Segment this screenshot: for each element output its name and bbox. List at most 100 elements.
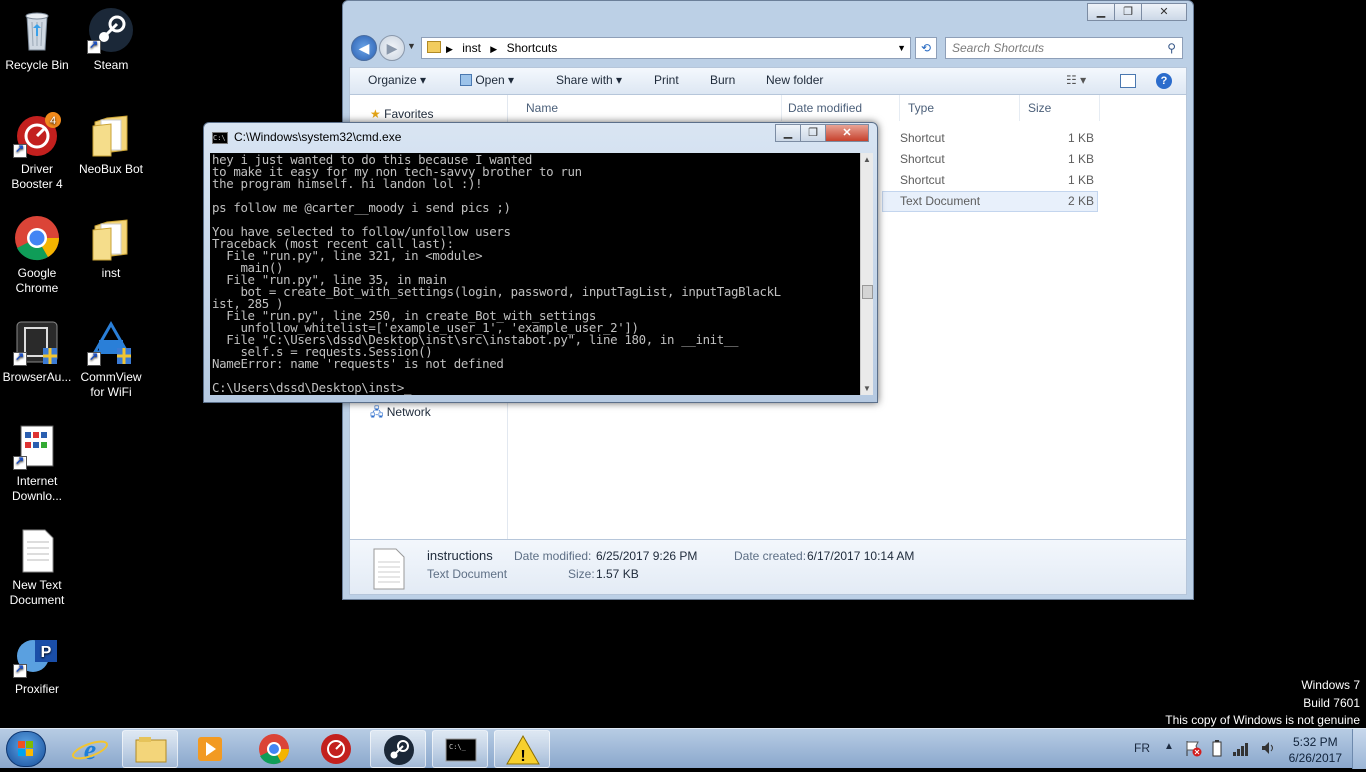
file-row-selected[interactable]: Text Document 2 KB (882, 191, 1098, 212)
cmd-icon: C:\_ (445, 738, 477, 762)
taskbar-media-player[interactable] (182, 730, 238, 768)
console-line: C:\Users\dssd\Desktop\inst>_ (212, 380, 412, 395)
burn-button[interactable]: Burn (710, 73, 735, 87)
svg-text:e: e (84, 735, 96, 766)
commview-icon (87, 318, 135, 366)
file-row[interactable]: Shortcut 1 KB (882, 128, 1098, 149)
share-with-button[interactable]: Share with ▾ (556, 73, 622, 87)
desktop-icon-label: NeoBux Bot (78, 162, 144, 176)
recycle-bin-icon (13, 6, 61, 54)
back-button[interactable]: ◀ (351, 35, 377, 61)
file-row[interactable]: Shortcut 1 KB (882, 170, 1098, 191)
desktop: Recycle Bin Steam 4 Driver Booster 4 Neo… (0, 0, 1366, 728)
maximize-button[interactable]: ❐ (800, 124, 826, 142)
text-document-icon (372, 548, 406, 590)
file-row[interactable]: Shortcut 1 KB (882, 149, 1098, 170)
close-button[interactable]: ✕ (825, 124, 869, 142)
desktop-icon-commview[interactable]: CommView for WiFi (74, 318, 148, 400)
folder-icon (87, 110, 135, 158)
desktop-icon-new-text-document[interactable]: New Text Document (0, 526, 74, 608)
help-icon[interactable]: ? (1156, 73, 1172, 89)
minimize-button[interactable]: ▁ (775, 124, 801, 142)
cmd-window: C:\ C:\Windows\system32\cmd.exe ▁ ❐ ✕ he… (203, 122, 878, 403)
scrollbar-thumb[interactable] (862, 285, 873, 299)
console-line: the program himself. hi landon lol :)! (212, 176, 483, 191)
action-center-flag-icon[interactable] (1184, 739, 1202, 760)
address-bar[interactable]: ▶ inst ▶ Shortcuts ▼ (421, 37, 911, 59)
desktop-icon-google-chrome[interactable]: Google Chrome (0, 214, 74, 296)
explorer-titlebar[interactable] (343, 1, 1193, 25)
show-desktop-button[interactable] (1352, 729, 1366, 769)
column-size[interactable]: Size (1020, 95, 1100, 121)
chrome-icon (259, 734, 289, 765)
svg-text:4: 4 (50, 115, 56, 127)
column-name[interactable]: Name (508, 95, 782, 121)
desktop-icon-proxifier[interactable]: P Proxifier (0, 630, 74, 697)
taskbar-explorer[interactable] (122, 730, 178, 768)
desktop-icon-internet-download[interactable]: Internet Downlo... (0, 422, 74, 504)
search-icon[interactable]: ⚲ (1167, 38, 1176, 58)
taskbar-chrome[interactable] (246, 730, 302, 768)
desktop-icon-browser-au[interactable]: BrowserAu... (0, 318, 74, 385)
address-dropdown-icon[interactable]: ▼ (897, 38, 906, 58)
scroll-up-icon[interactable]: ▲ (863, 155, 871, 164)
breadcrumb-separator-icon[interactable]: ▶ (490, 44, 497, 54)
taskbar-cmd[interactable]: C:\_ (432, 730, 488, 768)
chrome-icon (13, 214, 61, 262)
shortcut-arrow-icon (13, 350, 27, 366)
browser-automation-icon (13, 318, 61, 366)
shortcut-arrow-icon (13, 662, 27, 678)
address-row: ◀ ▶ ▼ ▶ inst ▶ Shortcuts ▼ ⟲ Search Shor… (349, 33, 1187, 61)
desktop-icon-recycle-bin[interactable]: Recycle Bin (0, 6, 74, 73)
view-options-icon[interactable]: ☷ ▾ (1066, 73, 1086, 87)
folder-icon (427, 41, 441, 53)
desktop-icon-steam[interactable]: Steam (74, 6, 148, 73)
column-type[interactable]: Type (900, 95, 1020, 121)
driver-booster-icon (321, 734, 351, 764)
recent-pages-chevron-icon[interactable]: ▼ (407, 41, 416, 51)
taskbar-internet-explorer[interactable]: e (62, 730, 118, 768)
svg-text:C:\_: C:\_ (449, 743, 467, 751)
genuine-notice: This copy of Windows is not genuine (1165, 713, 1360, 727)
new-folder-button[interactable]: New folder (766, 73, 823, 87)
cmd-title[interactable]: C:\Windows\system32\cmd.exe (234, 130, 401, 144)
forward-button[interactable]: ▶ (379, 35, 405, 61)
breadcrumb-inst[interactable]: inst (462, 41, 481, 55)
desktop-icon-inst[interactable]: inst (74, 214, 148, 281)
breadcrumb-shortcuts[interactable]: Shortcuts (507, 41, 558, 55)
star-icon: ★ (370, 107, 381, 121)
column-date-modified[interactable]: Date modified (782, 95, 900, 121)
search-input[interactable]: Search Shortcuts ⚲ (945, 37, 1183, 59)
console-line: NameError: name 'requests' is not define… (212, 356, 504, 371)
desktop-icon-neobux-bot[interactable]: NeoBux Bot (74, 110, 148, 177)
nav-network[interactable]: 🖧 Network (370, 403, 431, 424)
cmd-icon: C:\ (212, 132, 228, 144)
organize-button[interactable]: Organize ▾ (368, 73, 426, 87)
desktop-icon-label: New Text Document (9, 578, 65, 607)
refresh-button[interactable]: ⟲ (915, 37, 937, 59)
battery-icon[interactable] (1210, 740, 1224, 761)
taskbar-driver-booster[interactable] (308, 730, 364, 768)
taskbar-warning[interactable]: ! (494, 730, 550, 768)
clock[interactable]: 5:32 PM 6/26/2017 (1289, 734, 1342, 766)
search-placeholder: Search Shortcuts (952, 41, 1045, 55)
desktop-icon-driver-booster[interactable]: 4 Driver Booster 4 (0, 110, 74, 192)
language-indicator[interactable]: FR (1134, 741, 1150, 755)
preview-pane-icon[interactable] (1120, 74, 1136, 88)
network-signal-icon[interactable] (1232, 741, 1250, 760)
nav-favorites[interactable]: ★ Favorites (370, 107, 433, 121)
console-scrollbar[interactable]: ▲ ▼ (860, 153, 873, 395)
scroll-down-icon[interactable]: ▼ (863, 384, 871, 393)
breadcrumb-separator-icon[interactable]: ▶ (446, 44, 453, 54)
volume-icon[interactable] (1260, 740, 1276, 759)
console-output[interactable]: hey i just wanted to do this because I w… (210, 153, 860, 395)
explorer-window-buttons: ▁ ❐ ✕ (1087, 3, 1187, 21)
minimize-button[interactable]: ▁ (1087, 3, 1115, 21)
close-button[interactable]: ✕ (1141, 3, 1187, 21)
open-button[interactable]: Open ▾ (460, 73, 514, 87)
print-button[interactable]: Print (654, 73, 679, 87)
show-hidden-icons-icon[interactable]: ▲ (1164, 741, 1174, 752)
start-button[interactable] (6, 731, 46, 767)
maximize-button[interactable]: ❐ (1114, 3, 1142, 21)
taskbar-steam[interactable] (370, 730, 426, 768)
